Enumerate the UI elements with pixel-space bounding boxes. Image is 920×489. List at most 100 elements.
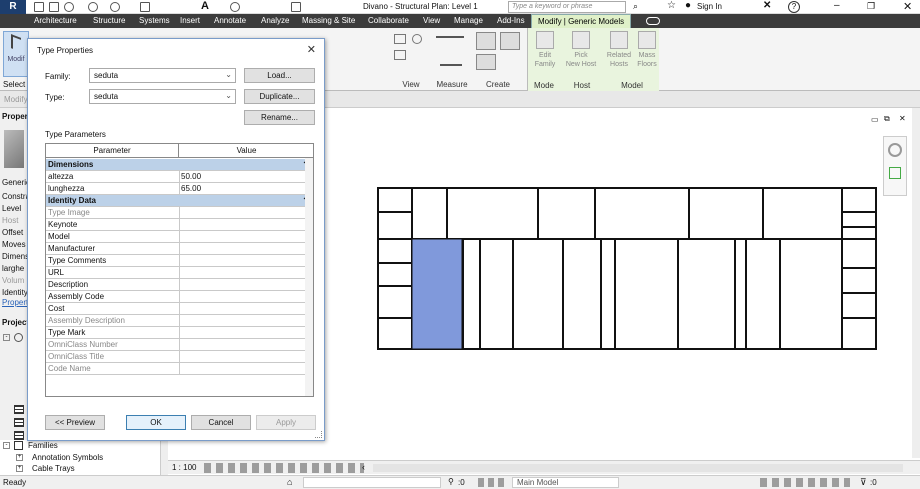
param-row[interactable]: Type Comments (46, 255, 313, 267)
ribbon-toggle-icon[interactable] (646, 17, 660, 25)
close-icon[interactable]: ✕ (307, 43, 316, 56)
grid-scrollbar[interactable] (305, 158, 313, 396)
search-input[interactable]: Type a keyword or phrase (508, 1, 626, 13)
cable-trays-expander[interactable]: + (16, 465, 23, 472)
zoom-icon[interactable] (889, 167, 901, 179)
measure-icon[interactable] (436, 36, 464, 38)
related-hosts-button[interactable]: Related Hosts (604, 31, 634, 69)
view-minimize-icon[interactable]: ▭ (871, 115, 879, 124)
families-node[interactable]: Families (28, 441, 58, 450)
close-views-icon[interactable] (291, 2, 301, 12)
favorites-icon[interactable]: ☆ (667, 0, 676, 11)
restore-icon[interactable]: ❐ (867, 1, 875, 12)
scroll-left-icon[interactable]: ‹ (362, 462, 365, 472)
binoculars-icon[interactable]: ⌕ (633, 1, 638, 12)
duplicate-button[interactable]: Duplicate... (244, 89, 315, 104)
cancel-button[interactable]: Cancel (191, 415, 251, 430)
undo-icon[interactable] (88, 2, 98, 12)
steering-wheel-icon[interactable] (888, 143, 902, 157)
sync-icon[interactable] (64, 2, 74, 12)
tab-systems[interactable]: Systems (139, 14, 170, 28)
tab-add-ins[interactable]: Add-Ins (497, 14, 525, 28)
annotation-symbols-expander[interactable]: + (16, 454, 23, 461)
param-row[interactable]: Assembly Description (46, 315, 313, 327)
param-row[interactable]: Type Image (46, 207, 313, 219)
worksets-icon[interactable]: ⌂ (287, 477, 292, 487)
tab-analyze[interactable]: Analyze (261, 14, 289, 28)
param-row[interactable]: Manufacturer (46, 243, 313, 255)
app-logo[interactable]: R (0, 0, 26, 14)
ok-button[interactable]: OK (126, 415, 186, 430)
load-button[interactable]: Load... (244, 68, 315, 83)
tree-expander-icon[interactable]: - (3, 334, 10, 341)
preview-button[interactable]: << Preview (45, 415, 105, 430)
close-window-icon[interactable]: ✕ (903, 0, 912, 13)
tab-architecture[interactable]: Architecture (34, 14, 77, 28)
param-group-header[interactable]: Dimensions⌃ (46, 159, 313, 171)
select-group-label[interactable]: Select (3, 80, 25, 89)
tab-view[interactable]: View (423, 14, 440, 28)
dimension-icon[interactable] (440, 52, 462, 66)
exchange-icon[interactable]: ✕ (763, 0, 771, 11)
filter-selection-icon[interactable]: ⊽ (860, 477, 867, 488)
save-icon[interactable] (49, 2, 59, 12)
status-tools-icons[interactable] (760, 478, 850, 487)
design-options-icons[interactable] (478, 478, 508, 487)
param-row[interactable]: Cost (46, 303, 313, 315)
text-tool-icon[interactable]: A (201, 0, 209, 12)
vertical-scrollbar[interactable] (912, 108, 920, 458)
modify-tool-button[interactable]: Modif (3, 31, 29, 77)
filter-icon[interactable]: ⚲ (448, 477, 454, 486)
pick-new-host-button[interactable]: Pick New Host (562, 31, 600, 69)
edit-family-button[interactable]: Edit Family (531, 31, 559, 69)
tab-modify-generic-models[interactable]: Modify | Generic Models (531, 14, 632, 28)
annotation-symbols-node[interactable]: Annotation Symbols (32, 453, 103, 462)
view-restore-icon[interactable]: ⧉ (884, 114, 890, 124)
browser-scrollbar[interactable] (160, 440, 168, 475)
settings-icon[interactable] (230, 2, 240, 12)
properties-help-link[interactable]: Properti (2, 298, 28, 307)
minimize-icon[interactable]: – (834, 0, 840, 11)
floor-plan-drawing[interactable] (325, 108, 920, 458)
param-row[interactable]: OmniClass Number (46, 339, 313, 351)
tab-manage[interactable]: Manage (454, 14, 483, 28)
family-select[interactable]: seduta ⌄ (89, 68, 236, 83)
tab-massing-site[interactable]: Massing & Site (302, 14, 355, 28)
column-value[interactable]: Value (180, 144, 313, 158)
families-expander[interactable]: - (3, 442, 10, 449)
param-value[interactable]: 65.00 (181, 184, 201, 193)
type-selector[interactable]: Generic (2, 178, 28, 187)
param-row[interactable]: lunghezza 65.00 (46, 183, 313, 195)
model-selector[interactable]: Main Model (512, 477, 619, 488)
param-row[interactable]: Type Mark (46, 327, 313, 339)
navigation-bar[interactable] (883, 136, 907, 196)
redo-icon[interactable] (110, 2, 120, 12)
workset-field[interactable] (303, 477, 441, 488)
param-row[interactable]: Assembly Code (46, 291, 313, 303)
param-row[interactable]: Keynote (46, 219, 313, 231)
help-icon[interactable]: ? (788, 1, 800, 13)
param-row[interactable]: Model (46, 231, 313, 243)
user-icon[interactable]: ● (685, 0, 691, 11)
tab-structure[interactable]: Structure (93, 14, 125, 28)
apply-button[interactable]: Apply (256, 415, 316, 430)
mass-floors-button[interactable]: Mass Floors (634, 31, 660, 69)
drawing-canvas[interactable]: ▭ ⧉ ✕ (325, 108, 920, 458)
param-value[interactable]: 50.00 (181, 172, 201, 181)
param-row[interactable]: OmniClass Title (46, 351, 313, 363)
rename-button[interactable]: Rename... (244, 110, 315, 125)
param-row[interactable]: altezza 50.00 (46, 171, 313, 183)
param-row[interactable]: URL (46, 267, 313, 279)
resize-grip-icon[interactable] (315, 431, 322, 438)
type-select[interactable]: seduta ⌄ (89, 89, 236, 104)
view-controls-icons[interactable] (204, 463, 364, 473)
sign-in-link[interactable]: Sign In (697, 2, 722, 11)
create-parts-icon[interactable] (500, 32, 520, 50)
tab-insert[interactable]: Insert (180, 14, 200, 28)
column-parameter[interactable]: Parameter (46, 144, 179, 158)
horizontal-scrollbar[interactable] (373, 464, 903, 472)
print-icon[interactable] (140, 2, 150, 12)
view-close-icon[interactable]: ✕ (899, 114, 906, 123)
selected-seat-element[interactable] (411, 238, 463, 350)
view-tools[interactable] (392, 32, 428, 74)
